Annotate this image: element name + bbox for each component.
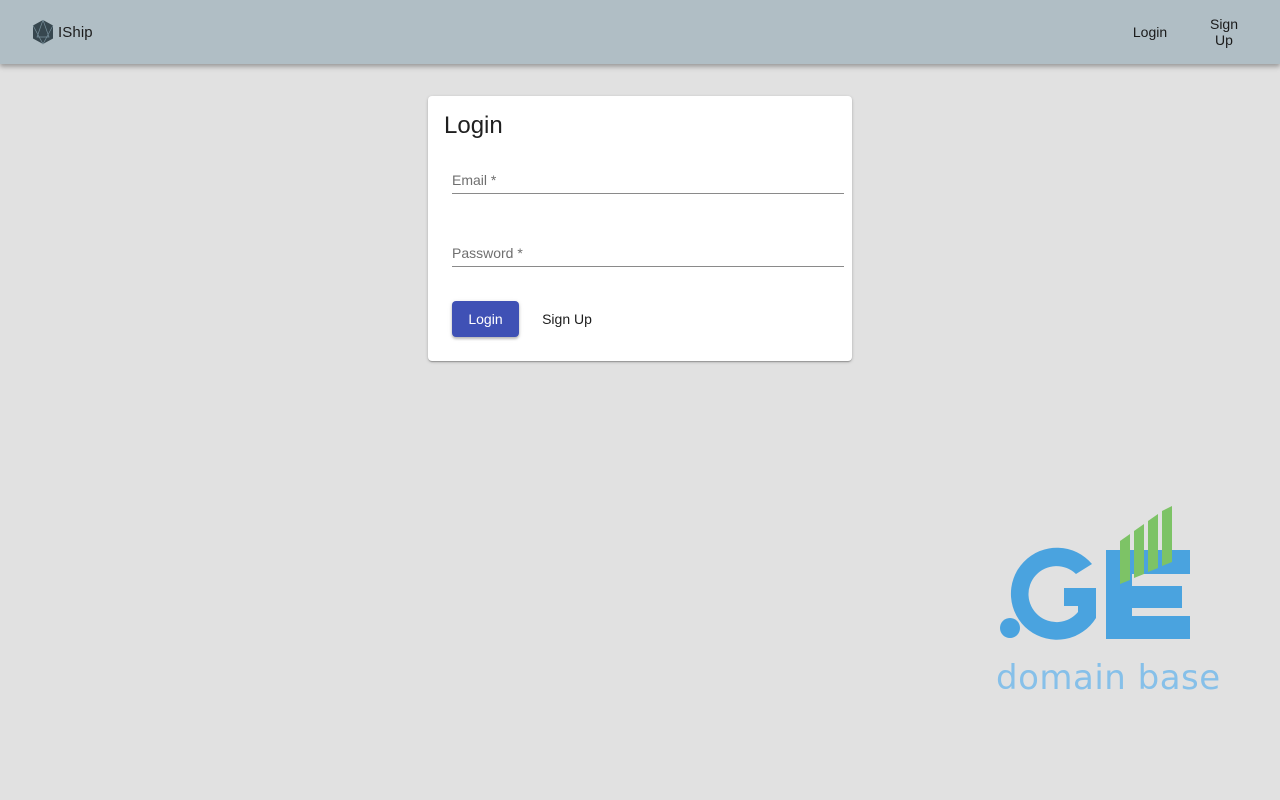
- email-input[interactable]: [452, 169, 844, 189]
- login-title: Login: [444, 112, 503, 139]
- login-button[interactable]: Login: [452, 301, 519, 337]
- brand-name: IShip: [58, 23, 93, 41]
- brand-link[interactable]: IShip: [32, 18, 93, 46]
- nav-signup-button[interactable]: Sign Up: [1192, 16, 1256, 48]
- nav-login-button[interactable]: Login: [1125, 16, 1175, 48]
- password-input[interactable]: [452, 242, 844, 262]
- watermark-tagline: domain base: [996, 658, 1221, 698]
- domain-base-watermark: domain base: [992, 506, 1220, 698]
- app-bar: IShip Login Sign Up: [0, 0, 1280, 64]
- email-field[interactable]: Email *: [452, 154, 844, 194]
- ge-logo-icon: [1000, 506, 1190, 640]
- login-card: Login Email * Password * Login Sign Up: [428, 96, 852, 361]
- password-field[interactable]: Password *: [452, 227, 844, 267]
- hexagon-logo-icon: [32, 19, 54, 45]
- signup-button[interactable]: Sign Up: [531, 301, 603, 337]
